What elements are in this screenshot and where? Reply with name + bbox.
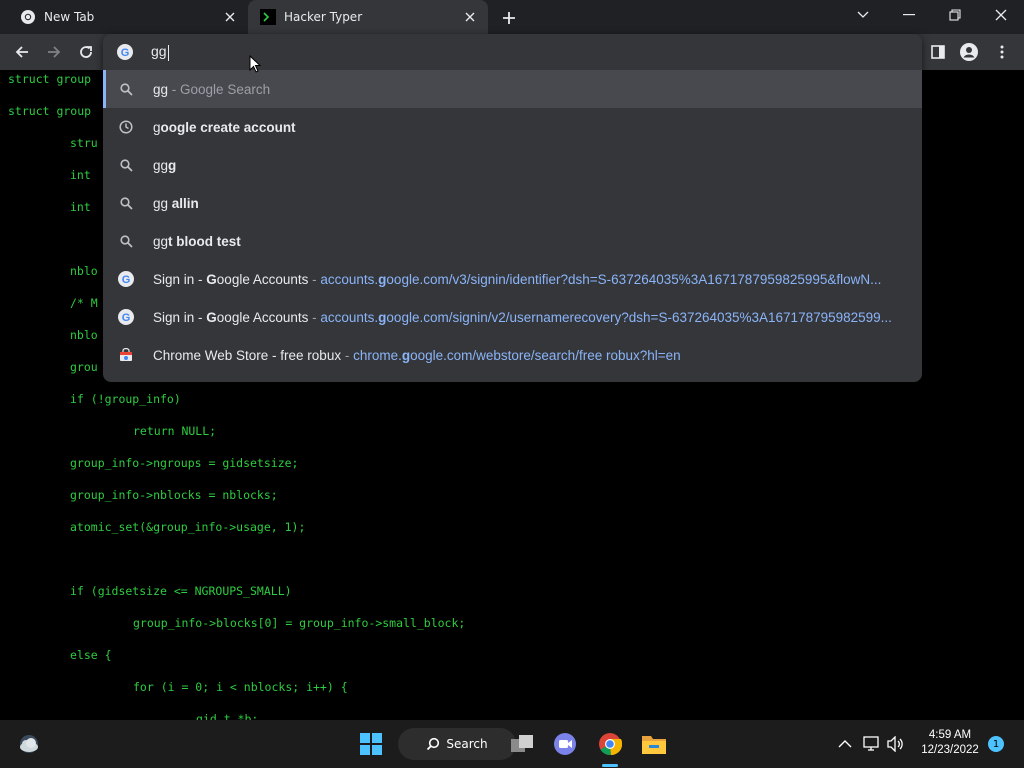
omnibox-input[interactable]: gg xyxy=(151,43,169,61)
search-icon xyxy=(118,233,134,249)
close-window-button[interactable] xyxy=(978,0,1024,30)
omnibox-suggestion[interactable]: Chrome Web Store - free robux - chrome.g… xyxy=(103,336,922,374)
task-view-icon xyxy=(511,735,533,752)
code-line: if (!group_info) xyxy=(70,392,181,406)
text-caret xyxy=(167,44,169,61)
code-line: for (i = 0; i < nblocks; i++) { xyxy=(133,680,348,694)
chrome-icon xyxy=(20,9,36,25)
svg-text:G: G xyxy=(122,274,131,286)
forward-button[interactable] xyxy=(40,38,68,66)
clock-date: 12/23/2022 xyxy=(921,744,979,756)
code-line: nblo xyxy=(70,264,98,278)
tab-new-tab[interactable]: New Tab xyxy=(8,0,248,34)
weather-icon[interactable] xyxy=(16,732,42,756)
code-line: struct group xyxy=(8,104,92,118)
notification-badge[interactable]: 1 xyxy=(988,736,1004,752)
tab-search-button[interactable] xyxy=(840,0,886,30)
side-panel-icon[interactable] xyxy=(924,38,952,66)
clock-time: 4:59 AM xyxy=(928,729,972,741)
system-clock[interactable]: 4:59 AM 12/23/2022 xyxy=(912,728,988,758)
omnibox-suggestion[interactable]: G Sign in - Google Accounts - accounts.g… xyxy=(103,298,922,336)
webstore-icon xyxy=(118,347,134,363)
omnibox-suggestion[interactable]: G Sign in - Google Accounts - accounts.g… xyxy=(103,260,922,298)
omnibox-suggestion[interactable]: ggt blood test xyxy=(103,222,922,260)
code-line: group_info->nblocks = nblocks; xyxy=(70,488,278,502)
code-line: int xyxy=(70,200,91,214)
google-icon: G xyxy=(118,309,134,325)
task-view-button[interactable] xyxy=(508,730,536,758)
taskbar-search-button[interactable]: Search xyxy=(398,728,516,760)
active-app-indicator xyxy=(602,764,618,767)
terminal-icon xyxy=(260,9,276,25)
code-line: if (gidsetsize <= NGROUPS_SMALL) xyxy=(70,584,292,598)
code-line: atomic_set(&group_info->usage, 1); xyxy=(70,520,306,534)
svg-text:G: G xyxy=(122,312,131,324)
google-icon: G xyxy=(118,271,134,287)
network-icon[interactable] xyxy=(862,734,882,754)
code-line: group_info->ngroups = gidsetsize; xyxy=(70,456,299,470)
minimize-button[interactable] xyxy=(886,0,932,30)
omnibox-suggestion[interactable]: google create account xyxy=(103,108,922,146)
profile-icon[interactable] xyxy=(955,38,983,66)
taskbar-search-label: Search xyxy=(446,737,488,751)
back-button[interactable] xyxy=(8,38,36,66)
code-line: stru xyxy=(70,136,98,150)
chat-app-button[interactable] xyxy=(551,730,579,758)
code-line: nblo xyxy=(70,328,98,342)
taskbar: Search 4:59 AM 12/23/2022 xyxy=(0,720,1024,768)
code-line: struct group xyxy=(8,72,92,86)
search-icon xyxy=(427,737,440,751)
code-line: gid_t *b; xyxy=(196,712,259,720)
close-icon[interactable] xyxy=(462,9,478,25)
reload-button[interactable] xyxy=(72,38,100,66)
close-icon[interactable] xyxy=(222,9,238,25)
new-tab-button[interactable] xyxy=(498,7,520,29)
clock-icon xyxy=(118,119,134,135)
restore-button[interactable] xyxy=(932,0,978,30)
code-line: int xyxy=(70,168,91,182)
tab-strip: New Tab Hacker Typer xyxy=(0,0,1024,34)
chevron-up-icon xyxy=(838,740,852,748)
volume-icon[interactable] xyxy=(886,734,906,754)
tab-label: Hacker Typer xyxy=(284,10,363,24)
code-line: grou xyxy=(70,360,98,374)
google-icon: G xyxy=(117,44,133,60)
omnibox-suggestion[interactable]: ggg xyxy=(103,146,922,184)
chrome-taskbar-button[interactable] xyxy=(596,730,624,758)
folder-icon xyxy=(642,736,666,754)
file-explorer-button[interactable] xyxy=(640,730,668,758)
omnibox[interactable]: G gg xyxy=(103,34,922,70)
chat-icon xyxy=(554,733,576,755)
code-line: else { xyxy=(70,648,112,662)
search-icon xyxy=(118,81,134,97)
svg-text:G: G xyxy=(121,47,130,59)
mouse-cursor-icon xyxy=(249,55,261,73)
menu-icon[interactable] xyxy=(988,38,1016,66)
omnibox-dropdown: G gg gg - Google Search google create ac… xyxy=(103,34,922,382)
chrome-icon xyxy=(599,733,622,756)
code-line: return NULL; xyxy=(133,424,217,438)
omnibox-suggestion[interactable]: gg - Google Search xyxy=(103,70,922,108)
tab-hacker-typer[interactable]: Hacker Typer xyxy=(248,0,488,34)
code-line: group_info->blocks[0] = group_info->smal… xyxy=(133,616,466,630)
start-button[interactable] xyxy=(357,730,385,758)
tab-label: New Tab xyxy=(44,10,95,24)
search-icon xyxy=(118,195,134,211)
code-line: /* M xyxy=(70,296,98,310)
omnibox-suggestion[interactable]: gg allin xyxy=(103,184,922,222)
search-icon xyxy=(118,157,134,173)
show-hidden-icons-button[interactable] xyxy=(836,734,854,754)
